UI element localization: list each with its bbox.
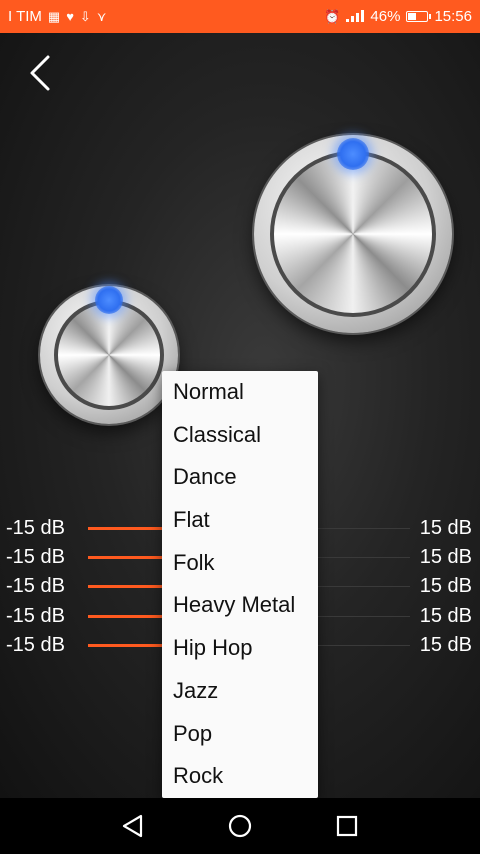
- eq-band-2-slider-fill: [88, 556, 168, 559]
- battery-percent: 46%: [370, 8, 401, 25]
- large-knob-indicator-icon: [337, 138, 369, 170]
- home-circle-icon: [228, 814, 252, 838]
- small-knob-indicator-icon: [95, 286, 123, 314]
- eq-band-1-slider-fill: [88, 527, 168, 530]
- eq-band-5-max-label: 15 dB: [419, 634, 472, 656]
- eq-band-1-max-label: 15 dB: [419, 517, 472, 539]
- alarm-clock-icon: ⏰: [324, 9, 341, 24]
- large-knob-dial: [270, 151, 436, 317]
- preset-item-jazz[interactable]: Jazz: [162, 670, 318, 713]
- preset-item-rock[interactable]: Rock: [162, 755, 318, 798]
- eq-band-4-slider-fill: [88, 615, 168, 618]
- back-triangle-icon: [122, 814, 143, 838]
- navigation-bar: [0, 798, 480, 854]
- health-heart-icon: ♥: [66, 9, 74, 24]
- preset-item-heavy-metal[interactable]: Heavy Metal: [162, 584, 318, 627]
- eq-band-3-min-label: -15 dB: [6, 575, 65, 597]
- eq-band-2-min-label: -15 dB: [6, 546, 65, 568]
- clock-time: 15:56: [434, 8, 472, 25]
- preset-item-folk[interactable]: Folk: [162, 542, 318, 585]
- preset-item-classical[interactable]: Classical: [162, 414, 318, 457]
- preset-menu: Normal Classical Dance Flat Folk Heavy M…: [162, 371, 318, 798]
- eq-band-3-slider-fill: [88, 585, 168, 588]
- eq-band-5-slider-fill: [88, 644, 168, 647]
- preset-item-flat[interactable]: Flat: [162, 499, 318, 542]
- eq-band-4-min-label: -15 dB: [6, 605, 65, 627]
- preset-item-normal[interactable]: Normal: [162, 371, 318, 414]
- nav-recents-button[interactable]: [332, 811, 362, 841]
- eq-band-3-max-label: 15 dB: [419, 575, 472, 597]
- signal-y-icon: ⋎: [96, 9, 107, 24]
- battery-icon: [406, 11, 432, 22]
- eq-band-5-min-label: -15 dB: [6, 634, 65, 656]
- recents-square-icon: [336, 815, 358, 837]
- download-icon: ⇩: [79, 9, 91, 24]
- small-knob[interactable]: [40, 286, 178, 424]
- status-right: ⏰ 46% 15:56: [324, 8, 472, 25]
- status-bar: I TIM ▦ ♥ ⇩ ⋎ ⏰ 46% 15:56: [0, 0, 480, 33]
- eq-band-2-max-label: 15 dB: [419, 546, 472, 568]
- small-knob-dial: [54, 300, 164, 410]
- cell-signal-icon: [346, 9, 365, 24]
- preset-item-dance[interactable]: Dance: [162, 456, 318, 499]
- nav-home-button[interactable]: [225, 811, 255, 841]
- carrier-label: I TIM: [8, 8, 42, 25]
- preset-item-hip-hop[interactable]: Hip Hop: [162, 627, 318, 670]
- app-notification-icon: ▦: [47, 9, 61, 24]
- large-knob[interactable]: [254, 135, 452, 333]
- preset-item-pop[interactable]: Pop: [162, 713, 318, 756]
- chevron-left-icon: [30, 55, 50, 91]
- status-left: I TIM ▦ ♥ ⇩ ⋎: [8, 8, 106, 25]
- eq-band-1-min-label: -15 dB: [6, 517, 65, 539]
- back-button[interactable]: [22, 53, 62, 93]
- eq-band-4-max-label: 15 dB: [419, 605, 472, 627]
- nav-back-button[interactable]: [118, 811, 148, 841]
